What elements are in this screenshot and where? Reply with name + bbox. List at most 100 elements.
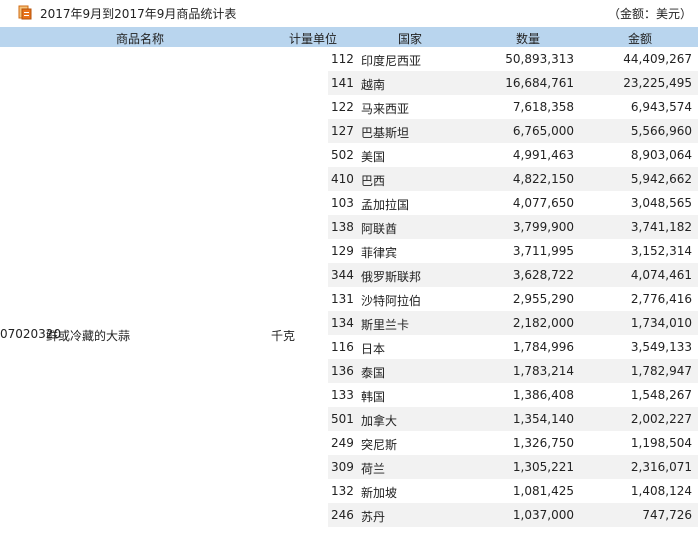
amount-cell: 44,409,267 — [623, 52, 692, 66]
country-name: 泰国 — [361, 366, 386, 380]
amount-cell: 1,198,504 — [630, 436, 692, 450]
table-row: 410 巴西 4,822,150 5,942,662 — [328, 167, 698, 191]
amount-cell: 3,549,133 — [630, 340, 692, 354]
table-row: 246 苏丹 1,037,000 747,726 — [328, 503, 698, 527]
quantity-cell: 1,354,140 — [512, 412, 574, 426]
title-bar: 2017年9月到2017年9月商品统计表 （金额：美元） — [0, 0, 698, 26]
amount-cell: 1,782,947 — [630, 364, 692, 378]
table-row: 127 巴基斯坦 6,765,000 5,566,960 — [328, 119, 698, 143]
quantity-cell: 1,784,996 — [512, 340, 574, 354]
country-name: 巴西 — [361, 174, 386, 188]
quantity-cell: 1,305,221 — [512, 460, 574, 474]
table-row: 136 泰国 1,783,214 1,782,947 — [328, 359, 698, 383]
table-row: 344 俄罗斯联邦 3,628,722 4,074,461 — [328, 263, 698, 287]
country-name: 马来西亚 — [361, 102, 410, 116]
country-name: 菲律宾 — [361, 246, 398, 260]
country-name: 巴基斯坦 — [361, 126, 410, 140]
quantity-cell: 4,077,650 — [512, 196, 574, 210]
country-code: 133 — [331, 388, 354, 402]
country-name: 印度尼西亚 — [361, 54, 422, 68]
column-header-unit: 计量单位 — [289, 32, 338, 46]
amount-cell: 1,734,010 — [630, 316, 692, 330]
quantity-cell: 4,991,463 — [512, 148, 574, 162]
country-code: 127 — [331, 124, 354, 138]
column-header-quantity: 数量 — [516, 32, 541, 46]
country-code: 112 — [331, 52, 354, 66]
country-code: 132 — [331, 484, 354, 498]
amount-cell: 1,548,267 — [630, 388, 692, 402]
country-code: 131 — [331, 292, 354, 306]
country-name: 越南 — [361, 78, 386, 92]
amount-cell: 2,002,227 — [630, 412, 692, 426]
amount-cell: 3,741,182 — [630, 220, 692, 234]
product-cell: 07020320 鲜或冷藏的大蒜 千克 — [0, 47, 328, 527]
country-code: 138 — [331, 220, 354, 234]
amount-cell: 2,316,071 — [630, 460, 692, 474]
country-name: 俄罗斯联邦 — [361, 270, 422, 284]
amount-cell: 747,726 — [642, 508, 692, 522]
quantity-cell: 4,822,150 — [512, 172, 574, 186]
table-row: 502 美国 4,991,463 8,903,064 — [328, 143, 698, 167]
country-name: 日本 — [361, 342, 386, 356]
table-row: 501 加拿大 1,354,140 2,002,227 — [328, 407, 698, 431]
amount-cell: 5,942,662 — [630, 172, 692, 186]
country-code: 344 — [331, 268, 354, 282]
country-code: 134 — [331, 316, 354, 330]
column-header-name: 商品名称 — [116, 32, 165, 46]
amount-cell: 8,903,064 — [630, 148, 692, 162]
report-icon — [18, 5, 32, 20]
table-row: 131 沙特阿拉伯 2,955,290 2,776,416 — [328, 287, 698, 311]
table-row: 116 日本 1,784,996 3,549,133 — [328, 335, 698, 359]
table-row: 103 孟加拉国 4,077,650 3,048,565 — [328, 191, 698, 215]
country-name: 沙特阿拉伯 — [361, 294, 422, 308]
quantity-cell: 6,765,000 — [512, 124, 574, 138]
country-code: 249 — [331, 436, 354, 450]
table-row: 129 菲律宾 3,711,995 3,152,314 — [328, 239, 698, 263]
table-row: 138 阿联酋 3,799,900 3,741,182 — [328, 215, 698, 239]
country-name: 孟加拉国 — [361, 198, 410, 212]
country-code: 501 — [331, 412, 354, 426]
column-header-amount: 金额 — [628, 32, 653, 46]
amount-cell: 1,408,124 — [630, 484, 692, 498]
quantity-cell: 1,326,750 — [512, 436, 574, 450]
amount-cell: 4,074,461 — [630, 268, 692, 282]
country-code: 129 — [331, 244, 354, 258]
country-name: 加拿大 — [361, 414, 398, 428]
column-header-country: 国家 — [398, 32, 423, 46]
table-row: 133 韩国 1,386,408 1,548,267 — [328, 383, 698, 407]
amount-cell: 3,152,314 — [630, 244, 692, 258]
amount-cell: 23,225,495 — [623, 76, 692, 90]
amount-cell: 6,943,574 — [630, 100, 692, 114]
quantity-cell: 1,386,408 — [512, 388, 574, 402]
quantity-cell: 2,182,000 — [512, 316, 574, 330]
country-name: 突尼斯 — [361, 438, 398, 452]
country-rows: 112 印度尼西亚 50,893,313 44,409,267 141 越南 16,684,… — [328, 47, 698, 527]
country-code: 116 — [331, 340, 354, 354]
table-row: 249 突尼斯 1,326,750 1,198,504 — [328, 431, 698, 455]
country-code: 309 — [331, 460, 354, 474]
product-name: 鲜或冷藏的大蒜 — [46, 329, 131, 343]
table-row: 141 越南 16,684,761 23,225,495 — [328, 71, 698, 95]
table-row: 134 斯里兰卡 2,182,000 1,734,010 — [328, 311, 698, 335]
table-row: 309 荷兰 1,305,221 2,316,071 — [328, 455, 698, 479]
country-name: 新加坡 — [361, 486, 398, 500]
country-name: 苏丹 — [361, 510, 386, 524]
country-name: 斯里兰卡 — [361, 318, 410, 332]
table-row: 112 印度尼西亚 50,893,313 44,409,267 — [328, 47, 698, 71]
quantity-cell: 50,893,313 — [505, 52, 574, 66]
country-name: 荷兰 — [361, 462, 386, 476]
table-row: 132 新加坡 1,081,425 1,408,124 — [328, 479, 698, 503]
quantity-cell: 2,955,290 — [512, 292, 574, 306]
amount-cell: 5,566,960 — [630, 124, 692, 138]
country-code: 103 — [331, 196, 354, 210]
country-code: 502 — [331, 148, 354, 162]
table-header: 商品名称 计量单位 国家 数量 金额 — [0, 27, 698, 47]
country-name: 韩国 — [361, 390, 386, 404]
quantity-cell: 3,628,722 — [512, 268, 574, 282]
amount-unit-note: （金额：美元） — [607, 7, 692, 21]
table-row: 122 马来西亚 7,618,358 6,943,574 — [328, 95, 698, 119]
amount-cell: 2,776,416 — [630, 292, 692, 306]
amount-cell: 3,048,565 — [630, 196, 692, 210]
quantity-cell: 16,684,761 — [505, 76, 574, 90]
country-name: 阿联酋 — [361, 222, 398, 236]
